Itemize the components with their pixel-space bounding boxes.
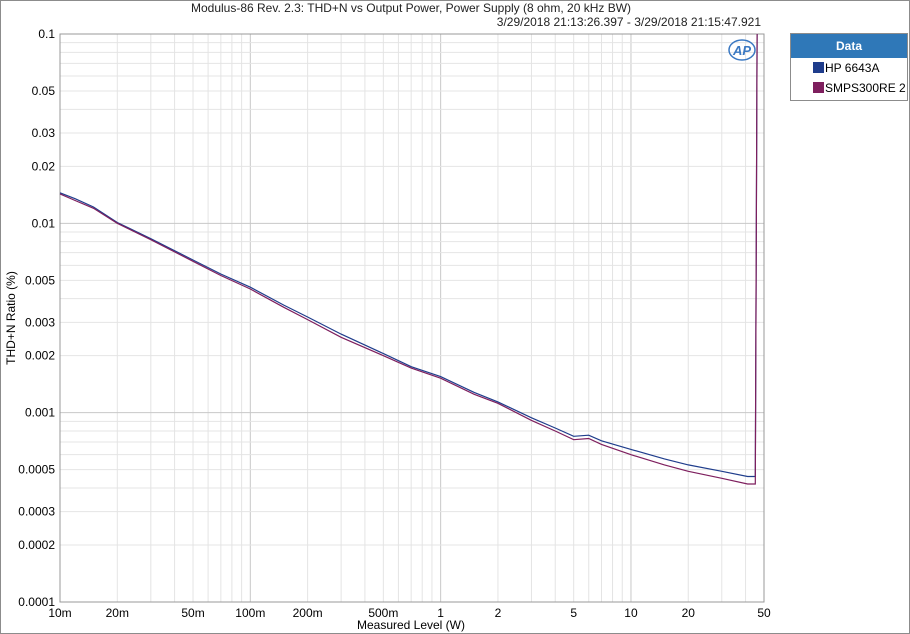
legend-item-smps300re-2[interactable]: SMPS300RE 2 <box>791 78 907 98</box>
x-tick-label: 10 <box>624 606 638 620</box>
grid <box>59 33 765 603</box>
y-tick-label: 0.002 <box>25 349 55 363</box>
chart-svg: Modulus-86 Rev. 2.3: THD+N vs Output Pow… <box>4 1 771 632</box>
x-tick-label: 2 <box>495 606 502 620</box>
x-tick-label: 50 <box>757 606 771 620</box>
y-tick-label: 0.02 <box>32 159 56 173</box>
legend-title: Data <box>791 34 907 58</box>
series-line-1 <box>59 33 758 478</box>
y-tick-label: 0.001 <box>25 406 55 420</box>
chart-subtitle: 3/29/2018 21:13:26.397 - 3/29/2018 21:15… <box>497 15 762 29</box>
ap-logo-text: AP <box>732 43 751 58</box>
y-tick-label: 0.05 <box>32 84 56 98</box>
chart-title: Modulus-86 Rev. 2.3: THD+N vs Output Pow… <box>191 1 631 15</box>
y-tick-label: 0.01 <box>32 216 56 230</box>
x-tick-label: 50m <box>181 606 204 620</box>
y-tick-label: 0.03 <box>32 126 56 140</box>
y-tick-labels: 0.1 0.05 0.03 0.02 0.01 0.005 0.003 0.002 0.001 0… <box>18 27 55 609</box>
x-tick-label: 20 <box>682 606 696 620</box>
legend-label: HP 6643A <box>825 61 880 75</box>
x-tick-label: 5 <box>570 606 577 620</box>
y-tick-label: 0.0003 <box>18 505 55 519</box>
legend: Data HP 6643A SMPS300RE 2 <box>790 33 908 101</box>
y-tick-label: 0.005 <box>25 273 55 287</box>
x-tick-label: 20m <box>106 606 129 620</box>
y-tick-label: 0.0002 <box>18 538 55 552</box>
legend-label: SMPS300RE 2 <box>825 81 906 95</box>
y-tick-label: 0.003 <box>25 315 55 329</box>
legend-swatch <box>813 62 824 73</box>
y-tick-label: 0.1 <box>38 27 55 41</box>
y-tick-label: 0.0005 <box>18 463 55 477</box>
y-tick-label: 0.0001 <box>18 595 55 609</box>
series-lines <box>59 33 758 485</box>
y-axis-label: THD+N Ratio (%) <box>4 271 18 365</box>
x-tick-label: 200m <box>293 606 323 620</box>
x-axis-label: Measured Level (W) <box>357 618 465 632</box>
legend-swatch <box>813 82 824 93</box>
plot-area-border <box>59 33 765 603</box>
series-line-2 <box>59 33 758 485</box>
chart-window: Modulus-86 Rev. 2.3: THD+N vs Output Pow… <box>0 0 910 634</box>
ap-logo-icon: AP <box>728 39 756 61</box>
legend-item-hp-6643a[interactable]: HP 6643A <box>791 58 907 78</box>
x-tick-label: 100m <box>235 606 265 620</box>
